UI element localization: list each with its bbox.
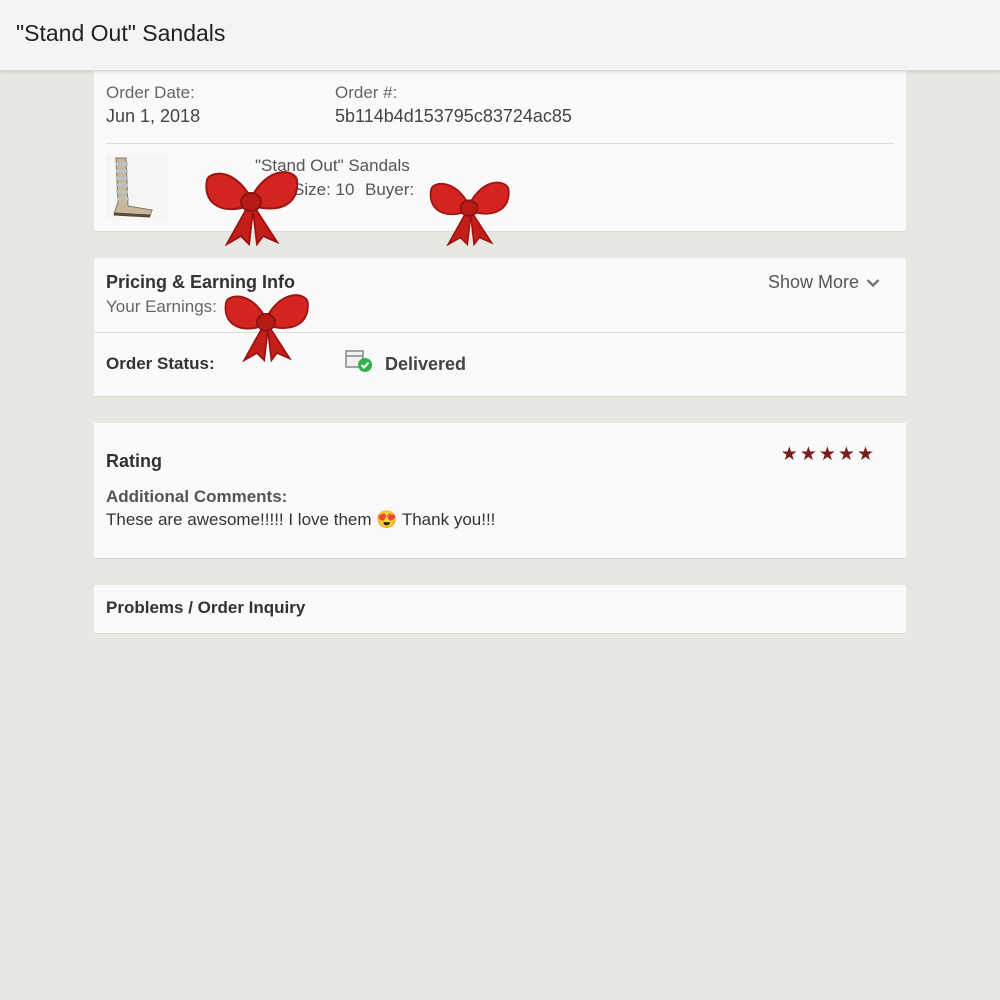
star-icon: ★ bbox=[837, 444, 855, 465]
delivered-box-icon bbox=[344, 348, 374, 379]
problems-card[interactable]: Problems / Order Inquiry bbox=[94, 585, 906, 634]
order-number-value: 5b114b4d153795c83724ac85 bbox=[335, 106, 572, 126]
show-more-button[interactable]: Show More bbox=[768, 272, 880, 293]
star-icon: ★ bbox=[799, 444, 817, 465]
buyer-label: Buyer: bbox=[365, 180, 415, 199]
star-rating: ★ ★ ★ ★ ★ bbox=[779, 443, 874, 466]
star-icon: ★ bbox=[818, 444, 836, 465]
red-bow-sticker bbox=[224, 294, 309, 362]
red-bow-sticker bbox=[205, 171, 299, 246]
show-more-label: Show More bbox=[767, 272, 859, 292]
rating-card: Rating ★ ★ ★ ★ ★ Additional Comments: These … bbox=[94, 423, 906, 559]
earnings-label: Your Earnings: bbox=[106, 297, 217, 316]
order-status-value: Delivered bbox=[385, 354, 467, 374]
app-header: "Stand Out" Sandals bbox=[0, 0, 1000, 71]
order-number-label: Order #: bbox=[335, 83, 398, 102]
comment-text-part-2: Thank you!!! bbox=[401, 510, 496, 529]
rating-title: Rating bbox=[106, 451, 162, 471]
problems-title: Problems / Order Inquiry bbox=[106, 598, 306, 617]
sandal-image bbox=[106, 154, 168, 220]
divider bbox=[106, 143, 894, 144]
product-thumbnail[interactable] bbox=[106, 154, 168, 220]
heart-eyes-emoji: 😍 bbox=[376, 510, 398, 529]
comment-text-part-1: These are awesome!!!!! I love them bbox=[106, 510, 372, 529]
order-status-label: Order Status: bbox=[106, 354, 215, 373]
page-title: "Stand Out" Sandals bbox=[16, 20, 226, 46]
chevron-down-icon bbox=[866, 278, 880, 287]
divider bbox=[94, 332, 906, 333]
order-date-value: Jun 1, 2018 bbox=[106, 106, 201, 126]
comment-text: These are awesome!!!!! I love them 😍 Tha… bbox=[106, 510, 495, 530]
star-icon: ★ bbox=[780, 444, 798, 465]
comments-label: Additional Comments: bbox=[106, 487, 288, 506]
star-icon: ★ bbox=[856, 444, 874, 465]
pricing-status-card: Pricing & Earning Info Your Earnings: Sh… bbox=[94, 258, 906, 397]
order-date-label: Order Date: bbox=[106, 83, 195, 102]
red-bow-sticker bbox=[429, 181, 510, 246]
item-size: Size: 10 bbox=[293, 180, 355, 199]
